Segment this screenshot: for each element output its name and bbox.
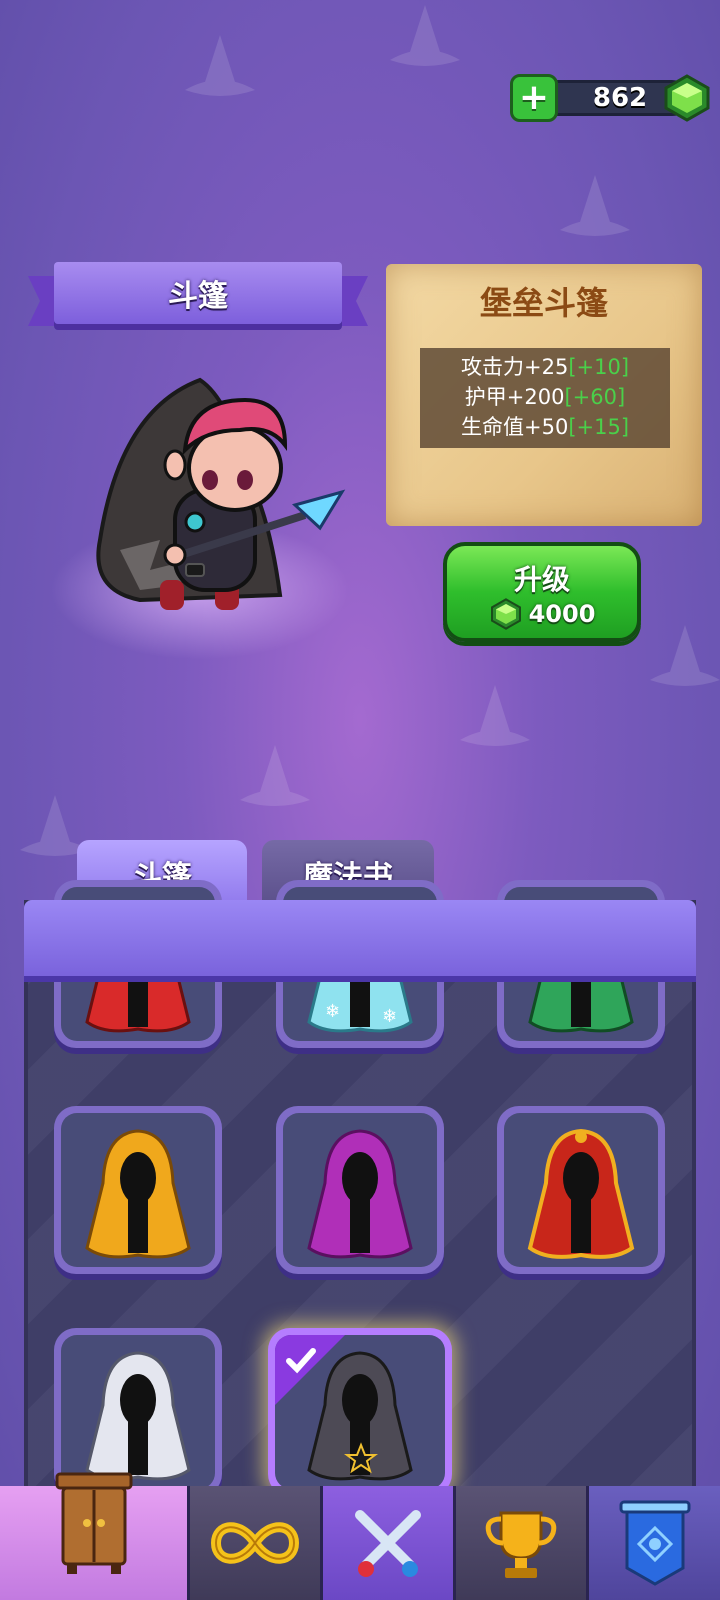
ribbon-banner: 斗篷 — [54, 262, 342, 324]
white-cloak-icon — [85, 1351, 191, 1481]
plus-icon: + — [518, 77, 550, 118]
item-name: 堡垒斗篷 — [479, 284, 608, 322]
stats-box: 攻击力+25[+10] 护甲+200[+60] 生命值+50[+15] — [420, 348, 670, 448]
nav-endless-mode[interactable] — [190, 1486, 323, 1600]
stat-armor-bonus: [+60] — [564, 385, 626, 409]
infinity-icon — [210, 1522, 300, 1564]
slot-inner — [61, 1335, 215, 1489]
stat-attack-bonus: [+10] — [568, 355, 630, 379]
upgrade-label: 升级 — [513, 563, 570, 596]
slot-inner — [504, 1113, 658, 1267]
gem-amount: 862 — [592, 83, 648, 113]
background-hat-icon — [640, 620, 720, 690]
gem-currency-counter: + 862 — [510, 74, 710, 122]
cloak-slot-purple[interactable] — [276, 1106, 444, 1274]
stat-attack-value: 攻击力+25 — [460, 355, 569, 379]
upgrade-cost-value: 4000 — [528, 600, 596, 628]
category-ribbon: 斗篷 — [28, 262, 368, 340]
purple-cloak-icon — [307, 1129, 413, 1259]
background-hat-icon — [380, 0, 470, 70]
stat-health-bonus: [+15] — [568, 415, 630, 439]
background-hat-icon — [450, 680, 540, 750]
background-hat-icon — [550, 170, 640, 240]
gold-cloak-icon — [85, 1129, 191, 1259]
upgrade-button[interactable]: 升级 4000 — [443, 542, 641, 642]
item-info-card: 堡垒斗篷 攻击力+25[+10] 护甲+200[+60] 生命值+50[+15] — [386, 264, 702, 526]
upgrade-cost: 4000 — [447, 598, 637, 630]
svg-text:❄: ❄ — [325, 1001, 340, 1022]
stat-attack: 攻击力+25[+10] — [420, 352, 670, 382]
crossed-swords-icon — [355, 1510, 421, 1577]
stat-armor-value: 护甲+200 — [464, 385, 565, 409]
nav-wardrobe[interactable] — [0, 1472, 190, 1600]
stat-health-value: 生命值+50 — [460, 415, 569, 439]
gem-icon — [664, 74, 710, 122]
nav-battle[interactable] — [323, 1486, 456, 1600]
gem-icon — [490, 598, 521, 630]
guild-banner-icon — [619, 1500, 690, 1586]
stat-armor: 护甲+200[+60] — [420, 382, 670, 412]
cloak-slot-fortress-equipped[interactable] — [268, 1328, 452, 1496]
slot-inner — [283, 1113, 437, 1267]
cloak-slot-royal-red[interactable] — [497, 1106, 665, 1274]
slot-inner — [275, 1335, 445, 1489]
nav-leaderboard[interactable] — [456, 1486, 589, 1600]
stat-health: 生命值+50[+15] — [420, 412, 670, 442]
equipped-check-icon — [275, 1335, 345, 1405]
panel-header — [24, 900, 696, 976]
bottom-nav — [0, 1472, 720, 1600]
trophy-icon — [485, 1511, 557, 1578]
svg-text:❄: ❄ — [382, 1006, 397, 1027]
add-gems-button[interactable]: + — [510, 74, 558, 122]
royal-red-cloak-icon — [527, 1128, 635, 1259]
slot-inner — [61, 1113, 215, 1267]
nav-guild[interactable] — [589, 1486, 720, 1600]
cloak-slot-gold[interactable] — [54, 1106, 222, 1274]
wardrobe-icon — [55, 1472, 132, 1574]
background-hat-icon — [230, 740, 320, 810]
background-hat-icon — [175, 30, 265, 100]
hero-character — [96, 377, 346, 610]
ribbon-title: 斗篷 — [168, 279, 228, 314]
